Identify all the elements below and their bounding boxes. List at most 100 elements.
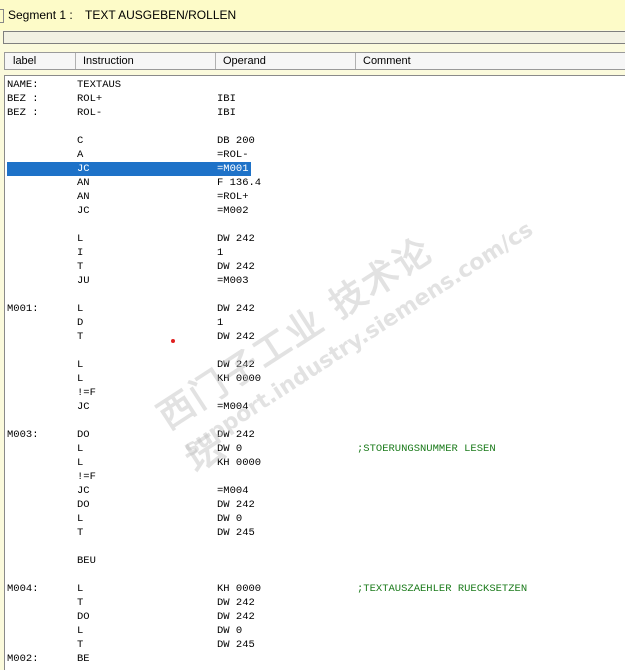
line-operand: DW 242: [217, 331, 255, 343]
code-line[interactable]: D1: [5, 316, 625, 330]
code-line[interactable]: JC =M004: [5, 400, 625, 414]
code-line[interactable]: T DW 245: [5, 526, 625, 540]
code-line[interactable]: !=F: [5, 470, 625, 484]
code-line[interactable]: T DW 242: [5, 596, 625, 610]
code-line[interactable]: [5, 414, 625, 428]
line-instruction: AN: [77, 177, 90, 189]
line-instruction: T: [77, 261, 84, 273]
line-instruction: L: [77, 457, 84, 469]
code-line[interactable]: L DW 242: [5, 232, 625, 246]
code-line[interactable]: A =ROL-: [5, 148, 625, 162]
line-instruction: ROL-: [77, 107, 103, 119]
code-line[interactable]: T DW 242: [5, 260, 625, 274]
column-divider[interactable]: [215, 53, 216, 69]
code-line[interactable]: M001: L DW 242: [5, 302, 625, 316]
line-instruction: JC: [77, 205, 90, 217]
line-instruction: C: [77, 135, 84, 147]
code-line[interactable]: JC =M004: [5, 484, 625, 498]
line-operand: DW 242: [217, 303, 255, 315]
code-line[interactable]: DO DW 242: [5, 610, 625, 624]
line-operand: =M003: [217, 275, 249, 287]
line-operand: =ROL+: [217, 191, 249, 203]
segment-label: Segment 1 :: [8, 8, 73, 22]
code-line[interactable]: T DW 242: [5, 330, 625, 344]
line-instruction: DO: [77, 611, 90, 623]
line-operand: =M002: [217, 205, 249, 217]
code-line[interactable]: DO DW 242: [5, 498, 625, 512]
code-line[interactable]: !=F: [5, 386, 625, 400]
code-line[interactable]: [5, 568, 625, 582]
code-line[interactable]: BEU: [5, 554, 625, 568]
column-divider[interactable]: [355, 53, 356, 69]
column-operand[interactable]: Operand: [223, 55, 266, 67]
code-line[interactable]: [5, 288, 625, 302]
line-operand: =ROL-: [217, 149, 249, 161]
line-instruction: DO: [77, 499, 90, 511]
line-instruction: L: [77, 443, 84, 455]
code-line[interactable]: M003: DO DW 242: [5, 428, 625, 442]
line-operand: DW 242: [217, 611, 255, 623]
line-instruction: AN: [77, 191, 90, 203]
code-editor[interactable]: NAME: TEXTAUS BEZ : ROL+ IBI BEZ : ROL- IBI C DB …: [4, 75, 625, 670]
code-line[interactable]: L DW 0: [5, 512, 625, 526]
segment-title[interactable]: TEXT AUSGEBEN/ROLLEN: [85, 8, 236, 22]
line-instruction: !=F: [77, 387, 96, 399]
code-line[interactable]: T DW 245: [5, 638, 625, 652]
line-instruction: BE: [77, 653, 90, 665]
line-instruction: T: [77, 527, 84, 539]
code-line[interactable]: [5, 218, 625, 232]
line-instruction: TEXTAUS: [77, 79, 122, 91]
code-line[interactable]: L KH 0000: [5, 456, 625, 470]
code-line[interactable]: NAME: TEXTAUS: [5, 78, 625, 92]
column-comment[interactable]: Comment: [363, 55, 411, 67]
line-instruction: L: [77, 625, 84, 637]
code-line[interactable]: [5, 344, 625, 358]
line-operand: =M001: [217, 163, 249, 175]
line-operand: DW 0: [217, 443, 243, 455]
code-line[interactable]: L DW 0 ;STOERUNGSNUMMER LESEN: [5, 442, 625, 456]
line-instruction: JU: [77, 275, 90, 287]
column-label[interactable]: label: [13, 55, 36, 67]
line-operand: KH 0000: [217, 583, 262, 595]
code-line[interactable]: BEZ : ROL+ IBI: [5, 92, 625, 106]
line-operand: DW 245: [217, 639, 255, 651]
column-instruction[interactable]: Instruction: [83, 55, 134, 67]
line-instruction: ROL+: [77, 93, 103, 105]
cursor-marker: [171, 339, 175, 343]
segment-comment-field[interactable]: [3, 31, 625, 44]
line-label: M004:: [7, 583, 39, 595]
line-operand: KH 0000: [217, 457, 262, 469]
line-instruction: L: [77, 303, 84, 315]
code-line[interactable]: JU =M003: [5, 274, 625, 288]
code-line[interactable]: JC =M001: [5, 162, 625, 176]
code-line[interactable]: AN F 136.4: [5, 176, 625, 190]
line-operand: DW 242: [217, 499, 255, 511]
line-label: BEZ :: [7, 107, 39, 119]
line-instruction: L: [77, 359, 84, 371]
code-line[interactable]: C DB 200: [5, 134, 625, 148]
line-operand: DW 0: [217, 625, 243, 637]
code-line[interactable]: BEZ : ROL- IBI: [5, 106, 625, 120]
code-line[interactable]: L KH 0000: [5, 372, 625, 386]
line-instruction: L: [77, 583, 84, 595]
segment-bracket-icon: [0, 9, 4, 23]
line-operand: =M004: [217, 485, 249, 497]
column-divider[interactable]: [75, 53, 76, 69]
code-line[interactable]: M004: L KH 0000 ;TEXTAUSZAEHLER RUECKSETZEN: [5, 582, 625, 596]
line-operand: DW 242: [217, 261, 255, 273]
code-line[interactable]: JC =M002: [5, 204, 625, 218]
code-line[interactable]: AN =ROL+: [5, 190, 625, 204]
line-operand: F 136.4: [217, 177, 262, 189]
line-operand: DW 242: [217, 429, 255, 441]
code-line[interactable]: M002: BE: [5, 652, 625, 666]
line-operand: DW 242: [217, 359, 255, 371]
line-instruction: L: [77, 513, 84, 525]
code-line[interactable]: [5, 540, 625, 554]
line-instruction: DO: [77, 429, 90, 441]
line-operand: 1: [217, 247, 224, 259]
code-line[interactable]: [5, 120, 625, 134]
code-line[interactable]: L DW 242: [5, 358, 625, 372]
line-instruction: JC: [77, 401, 90, 413]
code-line[interactable]: I1: [5, 246, 625, 260]
code-line[interactable]: L DW 0: [5, 624, 625, 638]
